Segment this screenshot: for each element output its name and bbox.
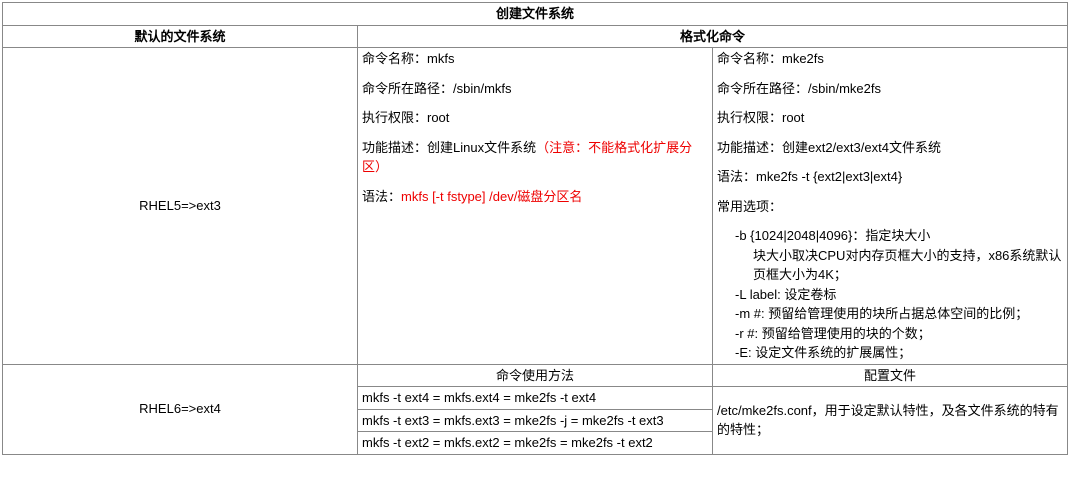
mke2fs-opts: -b {1024|2048|4096}：指定块大小 块大小取决CPU对内存页框大… [717, 226, 1063, 363]
usage-header: 命令使用方法 [358, 364, 713, 387]
opt-b: -b {1024|2048|4096}：指定块大小 [717, 226, 1063, 246]
usage-line1: mkfs -t ext4 = mkfs.ext4 = mke2fs -t ext… [358, 387, 713, 410]
mkfs-perm: 执行权限：root [362, 108, 708, 128]
table-title: 创建文件系统 [3, 3, 1068, 26]
mkfs-cell: 命令名称：mkfs 命令所在路径：/sbin/mkfs 执行权限：root 功能… [358, 48, 713, 365]
mke2fs-syntax: 语法：mke2fs -t {ext2|ext3|ext4} [717, 167, 1063, 187]
opt-L: -L label: 设定卷标 [717, 285, 1063, 305]
rhel6-default-fs: RHEL6=>ext4 [3, 364, 358, 454]
opt-E: -E: 设定文件系统的扩展属性； [717, 343, 1063, 363]
mke2fs-path: 命令所在路径：/sbin/mke2fs [717, 79, 1063, 99]
opt-r: -r #: 预留给管理使用的块的个数； [717, 324, 1063, 344]
mke2fs-name: 命令名称：mke2fs [717, 49, 1063, 69]
config-text: /etc/mke2fs.conf，用于设定默认特性，及各文件系统的特有的特性； [713, 387, 1068, 455]
config-header: 配置文件 [713, 364, 1068, 387]
mkfs-desc-prefix: 功能描述：创建Linux文件系统 [362, 140, 536, 155]
mkfs-syntax-red: mkfs [-t fstype] /dev/磁盘分区名 [401, 189, 582, 204]
mke2fs-cell: 命令名称：mke2fs 命令所在路径：/sbin/mke2fs 执行权限：roo… [713, 48, 1068, 365]
mkfs-name: 命令名称：mkfs [362, 49, 708, 69]
mkfs-syntax: 语法：mkfs [-t fstype] /dev/磁盘分区名 [362, 187, 708, 207]
mke2fs-desc: 功能描述：创建ext2/ext3/ext4文件系统 [717, 138, 1063, 158]
rhel5-default-fs: RHEL5=>ext3 [3, 48, 358, 365]
col-default-fs: 默认的文件系统 [3, 25, 358, 48]
opt-b2: 块大小取决CPU对内存页框大小的支持，x86系统默认页框大小为4K； [717, 246, 1063, 285]
usage-line2: mkfs -t ext3 = mkfs.ext3 = mke2fs -j = m… [358, 409, 713, 432]
mke2fs-perm: 执行权限：root [717, 108, 1063, 128]
mkfs-desc: 功能描述：创建Linux文件系统（注意：不能格式化扩展分区） [362, 138, 708, 177]
opt-m: -m #: 预留给管理使用的块所占据总体空间的比例； [717, 304, 1063, 324]
mke2fs-opts-title: 常用选项： [717, 197, 1063, 217]
mkfs-path: 命令所在路径：/sbin/mkfs [362, 79, 708, 99]
mkfs-syntax-prefix: 语法： [362, 189, 401, 204]
filesystem-table: 创建文件系统 默认的文件系统 格式化命令 RHEL5=>ext3 命令名称：mk… [2, 2, 1068, 455]
col-format-cmd: 格式化命令 [358, 25, 1068, 48]
usage-line3: mkfs -t ext2 = mkfs.ext2 = mke2fs = mke2… [358, 432, 713, 455]
